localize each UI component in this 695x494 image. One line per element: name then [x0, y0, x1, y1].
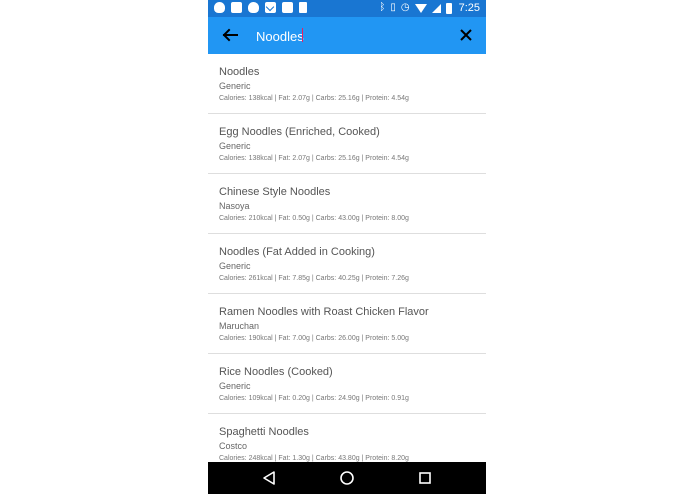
food-brand: Maruchan: [219, 321, 260, 331]
list-item[interactable]: Spaghetti Noodles Costco Calories: 248kc…: [208, 414, 486, 462]
food-brand: Generic: [219, 81, 251, 91]
list-item[interactable]: Ramen Noodles with Roast Chicken Flavor …: [208, 294, 486, 354]
nav-back-button[interactable]: [261, 470, 277, 486]
food-brand: Generic: [219, 261, 251, 271]
phone-icon: [299, 2, 307, 13]
wifi-icon: [414, 4, 427, 13]
nav-home-button[interactable]: [339, 470, 355, 486]
nav-recents-icon: [419, 472, 431, 484]
text-cursor: [302, 28, 303, 42]
food-nutrition: Calories: 261kcal | Fat: 7.85g | Carbs: …: [219, 275, 409, 282]
arrow-back-icon: [222, 28, 238, 42]
food-name: Spaghetti Noodles: [219, 426, 309, 438]
status-bar: ᛒ ▯ ◷ 7:25: [208, 0, 486, 17]
food-nutrition: Calories: 248kcal | Fat: 1.30g | Carbs: …: [219, 455, 409, 462]
nav-home-icon: [340, 471, 354, 485]
food-name: Rice Noodles (Cooked): [219, 366, 333, 378]
food-name: Noodles (Fat Added in Cooking): [219, 246, 375, 258]
signal-icon: [431, 3, 441, 13]
phone-screen: ᛒ ▯ ◷ 7:25 Noodles Generic Calories: 138…: [208, 0, 486, 494]
clock: 7:25: [458, 2, 480, 14]
food-nutrition: Calories: 138kcal | Fat: 2.07g | Carbs: …: [219, 95, 409, 102]
snapchat-icon: [214, 2, 225, 13]
bluetooth-icon: ᛒ: [379, 2, 386, 13]
alarm-icon: ◷: [400, 2, 410, 13]
results-list: Noodles Generic Calories: 138kcal | Fat:…: [208, 54, 486, 462]
close-icon: [460, 29, 472, 41]
search-toolbar: [208, 17, 486, 54]
food-brand: Generic: [219, 381, 251, 391]
food-nutrition: Calories: 138kcal | Fat: 2.07g | Carbs: …: [219, 155, 409, 162]
nav-back-icon: [263, 471, 275, 485]
list-item[interactable]: Noodles Generic Calories: 138kcal | Fat:…: [208, 54, 486, 114]
list-item[interactable]: Noodles (Fat Added in Cooking) Generic C…: [208, 234, 486, 294]
gmail-icon: [265, 2, 276, 13]
food-name: Ramen Noodles with Roast Chicken Flavor: [219, 306, 429, 318]
clear-search-button[interactable]: [454, 23, 478, 47]
system-icons: ᛒ ▯ ◷ 7:25: [379, 1, 480, 15]
navigation-bar: [208, 462, 486, 494]
food-nutrition: Calories: 109kcal | Fat: 0.20g | Carbs: …: [219, 395, 409, 402]
list-item[interactable]: Rice Noodles (Cooked) Generic Calories: …: [208, 354, 486, 414]
food-name: Egg Noodles (Enriched, Cooked): [219, 126, 380, 138]
ticket-icon: [231, 2, 242, 13]
list-item[interactable]: Egg Noodles (Enriched, Cooked) Generic C…: [208, 114, 486, 174]
food-brand: Generic: [219, 141, 251, 151]
food-brand: Nasoya: [219, 201, 250, 211]
notification-icons: [214, 2, 307, 13]
food-nutrition: Calories: 210kcal | Fat: 0.50g | Carbs: …: [219, 215, 409, 222]
food-name: Chinese Style Noodles: [219, 186, 331, 198]
food-nutrition: Calories: 190kcal | Fat: 7.00g | Carbs: …: [219, 335, 409, 342]
image-icon: [282, 2, 293, 13]
food-brand: Costco: [219, 441, 248, 451]
vibrate-icon: ▯: [390, 2, 396, 13]
food-name: Noodles: [219, 66, 260, 78]
nav-recents-button[interactable]: [417, 470, 433, 486]
search-input[interactable]: [256, 25, 446, 47]
list-item[interactable]: Chinese Style Noodles Nasoya Calories: 2…: [208, 174, 486, 234]
back-button[interactable]: [218, 23, 242, 47]
battery-icon: [445, 2, 452, 14]
snapchat-icon: [248, 2, 259, 13]
